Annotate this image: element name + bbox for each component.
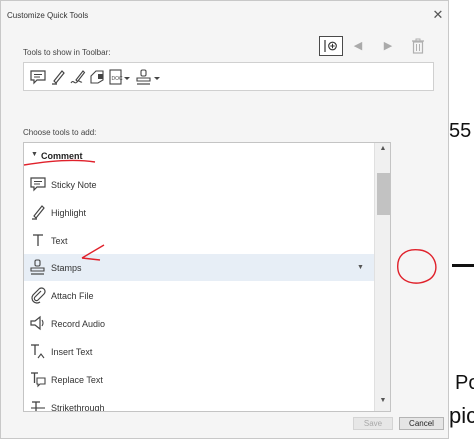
trash-icon[interactable]	[409, 36, 427, 56]
list-item-replace-text[interactable]: Replace Text	[24, 366, 374, 393]
save-button[interactable]: Save	[353, 417, 393, 430]
insert-text-icon	[28, 341, 48, 361]
paperclip-icon	[28, 285, 48, 305]
category-header[interactable]: ▼ Comment	[24, 143, 374, 169]
list-item-stamps[interactable]: Stamps ▼	[24, 254, 374, 281]
stamp-icon[interactable]	[88, 67, 108, 87]
toolbar-section-label: Tools to show in Toolbar:	[23, 48, 111, 57]
category-label: Comment	[41, 151, 83, 161]
list-item-label: Text	[51, 236, 68, 246]
list-item-attach-file[interactable]: Attach File	[24, 282, 374, 309]
list-item-label: Attach File	[51, 291, 94, 301]
stamps-dropdown-icon[interactable]	[134, 67, 154, 87]
strikethrough-icon	[28, 397, 48, 411]
highlight-icon[interactable]	[48, 67, 68, 87]
stamp-icon	[28, 257, 48, 277]
list-item-strikethrough[interactable]: Strikethrough	[24, 394, 374, 412]
insert-separator-button[interactable]	[319, 36, 343, 56]
chevron-down-icon: ▼	[31, 151, 38, 158]
scroll-down-icon[interactable]: ▼	[375, 397, 390, 409]
draw-free-form-icon[interactable]	[68, 67, 88, 87]
list-item-label: Highlight	[51, 208, 87, 218]
list-item-text[interactable]: Text	[24, 227, 374, 254]
cancel-button[interactable]: Cancel	[399, 417, 444, 430]
list-item-label: Record Audio	[51, 319, 106, 329]
list-item-sticky-note[interactable]: Sticky Note	[24, 171, 374, 198]
dropdown-caret-icon[interactable]	[122, 67, 132, 87]
sticky-note-icon[interactable]	[28, 67, 48, 87]
list-item-label: Sticky Note	[51, 180, 97, 190]
list-item-record-audio[interactable]: Record Audio	[24, 310, 374, 337]
background-text-fragment: Po	[455, 372, 474, 394]
replace-text-icon	[28, 369, 48, 389]
insert-separator-icon	[324, 40, 337, 52]
move-left-icon[interactable]: ◀	[351, 36, 365, 56]
dialog-title: Customize Quick Tools	[7, 11, 89, 20]
close-icon[interactable]: ✕	[430, 7, 446, 23]
scroll-thumb[interactable]	[377, 173, 390, 215]
list-item-label: Insert Text	[51, 347, 93, 357]
background-divider	[452, 264, 474, 267]
highlight-icon	[28, 202, 48, 222]
chevron-down-icon[interactable]: ▼	[357, 264, 364, 271]
list-item-label: Strikethrough	[51, 403, 105, 412]
list-item-label: Stamps	[51, 263, 82, 273]
list-item-highlight[interactable]: Highlight	[24, 199, 374, 226]
list-scrollbar[interactable]: ▲ ▼	[374, 143, 390, 411]
list-item-insert-text[interactable]: Insert Text	[24, 338, 374, 365]
choose-tools-label: Choose tools to add:	[23, 128, 97, 137]
scroll-up-icon[interactable]: ▲	[375, 145, 390, 157]
background-text-fragment: pic	[449, 403, 474, 428]
text-icon	[28, 230, 48, 250]
tools-list: ▼ Comment Sticky Note Highlight Text Sta…	[23, 142, 391, 412]
list-item-label: Replace Text	[51, 375, 103, 385]
toolbar-preview: DOC	[23, 62, 434, 91]
move-right-icon[interactable]: ▶	[381, 36, 395, 56]
dropdown-caret-icon[interactable]	[152, 67, 162, 87]
background-text-fragment: 55	[449, 120, 472, 142]
customize-quick-tools-dialog: Customize Quick Tools ✕ Tools to show in…	[0, 0, 449, 439]
speaker-icon	[28, 313, 48, 333]
sticky-note-icon	[28, 174, 48, 194]
